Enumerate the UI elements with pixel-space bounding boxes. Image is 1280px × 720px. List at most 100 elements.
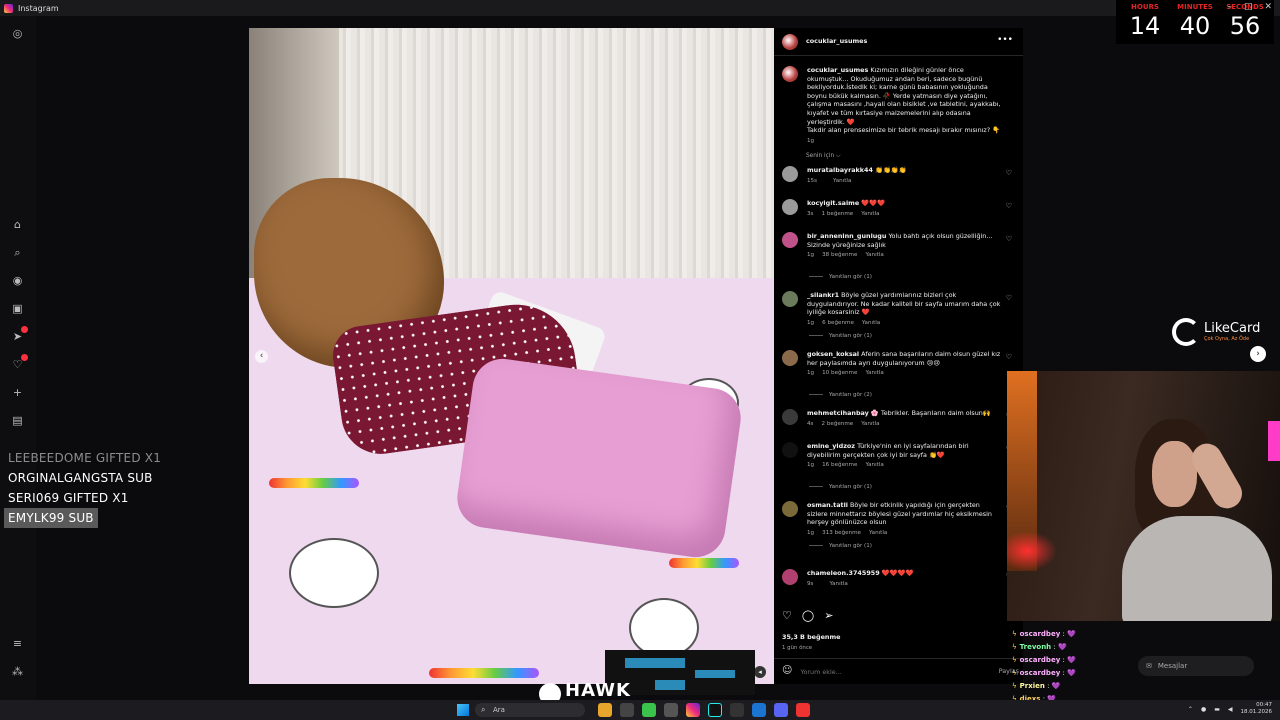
explore-icon[interactable]: ◉ — [11, 274, 24, 287]
obs-icon[interactable] — [730, 703, 744, 717]
comment-username[interactable]: chameleon.3745959 — [807, 569, 880, 577]
taskbar-search[interactable]: ⌕ Ara — [475, 703, 585, 717]
discord-icon[interactable] — [774, 703, 788, 717]
comment-like-icon[interactable]: ♡ — [1006, 169, 1012, 178]
view-replies-button[interactable]: Yanıtları gör (1) — [809, 542, 872, 551]
like-count[interactable]: 35,3 B beğenme — [782, 633, 840, 642]
chrome-icon[interactable] — [796, 703, 810, 717]
messages-button[interactable]: ✉ Mesajlar — [1138, 656, 1254, 676]
more-options-icon[interactable]: ••• — [997, 36, 1013, 45]
chevron-up-icon[interactable]: ⌃ — [1188, 706, 1193, 713]
reply-button[interactable]: Yanıtla — [865, 462, 883, 468]
close-icon[interactable]: ✕ — [1264, 2, 1272, 12]
comment-sort-dropdown[interactable]: Senin için ⌵ — [806, 152, 840, 161]
steam-icon[interactable] — [752, 703, 766, 717]
comment-like-icon[interactable]: ♡ — [1006, 202, 1012, 211]
instagram-sidebar: ◎ ⌂ ⌕ ◉ ▣ ➤ ♡ + ▤ ≡ ⁂ — [0, 16, 36, 700]
app-icon[interactable] — [642, 703, 656, 717]
reply-button[interactable]: Yanıtla — [865, 370, 883, 376]
previous-arrow-icon[interactable]: ‹ — [255, 350, 268, 363]
chat-username[interactable]: Trevonh — [1020, 643, 1052, 651]
home-icon[interactable]: ⌂ — [11, 218, 24, 231]
reply-button[interactable]: Yanıtla — [861, 421, 879, 427]
comment-username[interactable]: bir_anneninn_gunlugu — [807, 232, 886, 240]
reply-button[interactable]: Yanıtla — [829, 581, 847, 587]
reels-icon[interactable]: ▣ — [11, 302, 24, 315]
avatar[interactable] — [782, 166, 798, 182]
comment-likes[interactable]: 38 beğenme — [822, 252, 857, 258]
chat-username[interactable]: oscardbey — [1020, 630, 1061, 638]
notifications-icon[interactable]: ♡ — [11, 354, 28, 371]
app-icon[interactable] — [620, 703, 634, 717]
caption-username[interactable]: cocuklar_usumes — [807, 66, 868, 74]
comment-likes[interactable]: 6 beğenme — [822, 320, 854, 326]
avatar[interactable] — [782, 199, 798, 215]
volume-icon[interactable]: ◀ — [1228, 706, 1233, 713]
comment-username[interactable]: mehmetcihanbay — [807, 409, 869, 417]
chat-username[interactable]: oscardbey — [1020, 656, 1061, 664]
glitch-block — [695, 670, 735, 678]
meta-icon[interactable]: ⁂ — [11, 665, 24, 678]
comment-input[interactable] — [800, 667, 981, 676]
next-post-arrow-icon[interactable]: › — [1250, 346, 1266, 362]
messages-icon[interactable]: ➤ — [11, 326, 28, 343]
comment-like-icon[interactable]: ♡ — [1006, 353, 1012, 362]
comment-username[interactable]: kocyigit.saime — [807, 199, 859, 207]
comment-likes[interactable]: 1 beğenme — [821, 211, 853, 217]
avatar[interactable] — [782, 66, 798, 82]
maximize-icon[interactable]: □ — [1244, 2, 1253, 12]
share-icon[interactable]: ➢ — [824, 610, 833, 621]
comment-likes[interactable]: 16 beğenme — [822, 462, 857, 468]
reply-button[interactable]: Yanıtla — [865, 252, 883, 258]
view-replies-button[interactable]: Yanıtları gör (2) — [809, 391, 872, 400]
comment-like-icon[interactable]: ♡ — [1006, 235, 1012, 244]
comment-username[interactable]: _silankr1 — [807, 291, 839, 299]
avatar[interactable] — [782, 569, 798, 585]
post-video[interactable]: ‹ ◂ — [249, 28, 774, 684]
taskbar-clock[interactable]: 00:47 18.01.2026 — [1241, 702, 1273, 716]
avatar[interactable] — [782, 350, 798, 366]
comment-like-icon[interactable]: ♡ — [1006, 294, 1012, 303]
avatar[interactable] — [782, 501, 798, 517]
view-replies-button[interactable]: Yanıtları gör (1) — [809, 483, 872, 492]
mute-icon[interactable]: ◂ — [754, 666, 766, 678]
comment-likes[interactable]: 10 beğenme — [822, 370, 857, 376]
instagram-icon[interactable]: ◎ — [11, 27, 24, 40]
reply-button[interactable]: Yanıtla — [862, 320, 880, 326]
avatar[interactable] — [782, 232, 798, 248]
file-explorer-icon[interactable] — [598, 703, 612, 717]
instagram-taskbar-icon[interactable] — [686, 703, 700, 717]
reply-button[interactable]: Yanıtla — [861, 211, 879, 217]
comment-likes[interactable]: 2 beğenme — [821, 421, 853, 427]
minimize-icon[interactable]: – — [1227, 2, 1232, 12]
comment-username[interactable]: osman.tatli — [807, 501, 848, 509]
reply-button[interactable]: Yanıtla — [833, 178, 851, 184]
tiktok-icon[interactable] — [708, 703, 722, 717]
emoji-icon[interactable]: ☺ — [782, 666, 792, 676]
chat-username[interactable]: Prxien — [1020, 682, 1045, 690]
comment-username[interactable]: goksen_koksal — [807, 350, 859, 358]
network-icon[interactable]: ▬ — [1214, 706, 1220, 713]
comment-username[interactable]: emine_yldzoz — [807, 442, 855, 450]
dashboard-icon[interactable]: ▤ — [11, 414, 24, 427]
create-icon[interactable]: + — [11, 386, 24, 399]
post-username[interactable]: cocuklar_usumes — [806, 37, 867, 46]
comment-likes[interactable]: 313 beğenme — [822, 530, 861, 536]
chat-username[interactable]: oscardbey — [1020, 669, 1061, 677]
avatar[interactable] — [782, 442, 798, 458]
avatar[interactable] — [782, 409, 798, 425]
avatar[interactable] — [782, 33, 798, 50]
app-icon[interactable] — [664, 703, 678, 717]
avatar[interactable] — [782, 291, 798, 307]
like-icon[interactable]: ♡ — [782, 610, 792, 621]
view-replies-button[interactable]: Yanıtları gör (1) — [809, 273, 872, 282]
view-replies-button[interactable]: Yanıtları gör (1) — [809, 332, 872, 341]
reply-button[interactable]: Yanıtla — [869, 530, 887, 536]
start-icon[interactable] — [457, 704, 469, 716]
comment-icon[interactable]: ◯ — [802, 610, 814, 621]
comment-username[interactable]: muratalbayrakk44 — [807, 166, 873, 174]
menu-icon[interactable]: ≡ — [11, 637, 24, 650]
search-icon[interactable]: ⌕ — [11, 246, 24, 259]
clock-date: 18.01.2026 — [1240, 709, 1273, 715]
microphone-icon[interactable]: ● — [1201, 706, 1206, 713]
